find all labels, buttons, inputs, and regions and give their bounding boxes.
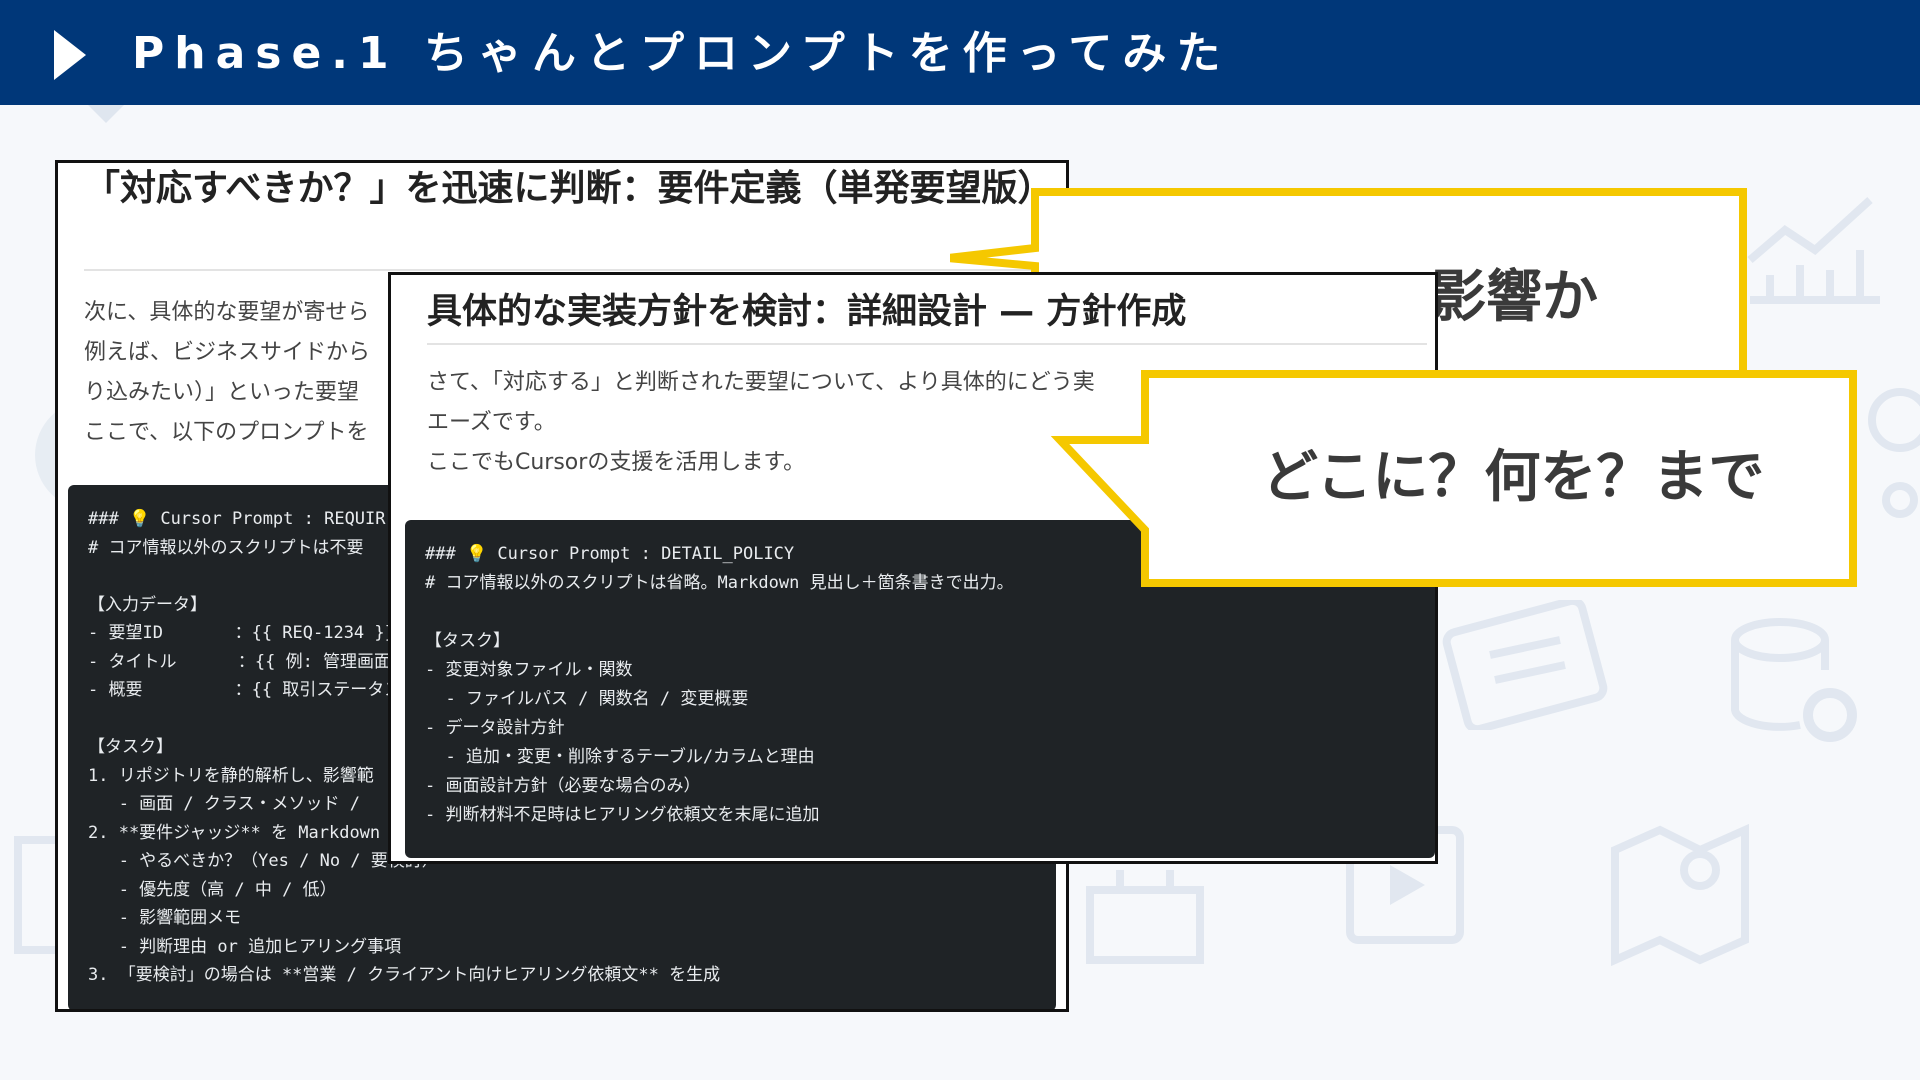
callout-upper-text: 影響か: [1430, 265, 1598, 330]
chart-icon: [1747, 197, 1880, 304]
page-title: Phase.1 ちゃんとプロンプトを作ってみた: [132, 28, 1231, 79]
heading-divider: [427, 343, 1427, 345]
heading-divider: [84, 269, 1044, 271]
title-bar: Phase.1 ちゃんとプロンプトを作ってみた: [0, 0, 1920, 105]
play-arrow-icon: [54, 30, 86, 80]
board-icon: [1086, 870, 1204, 964]
detail-design-heading: 具体的な実装方針を検討：詳細設計 — 方針作成: [427, 292, 1187, 332]
database-gear-icon: [1731, 618, 1857, 742]
document-icon: [1442, 600, 1608, 730]
map-icon: [1611, 823, 1749, 967]
wrench-icon: [1868, 388, 1920, 518]
callout-lower-text: どこに？何を？まで: [1262, 445, 1765, 510]
requirements-heading: 「対応すべきか？」を迅速に判断：要件定義（単発要望版）: [84, 168, 1054, 209]
title-bar-notch: [88, 105, 124, 123]
